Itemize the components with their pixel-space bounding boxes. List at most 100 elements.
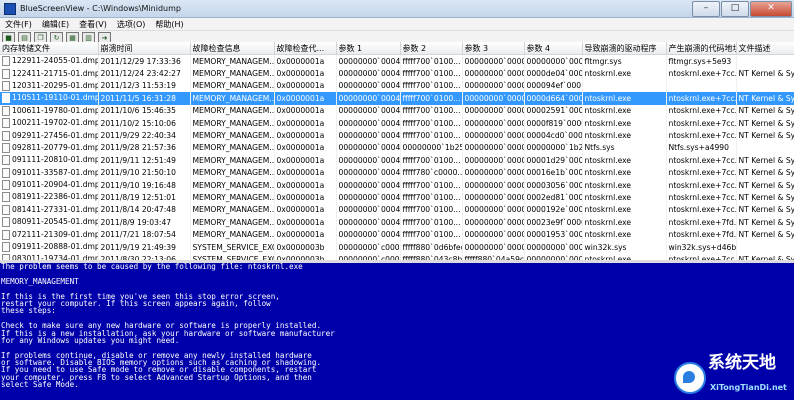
menu-file[interactable]: 文件(F) [0,19,37,30]
table-row[interactable]: 122411-21715-01.dmp 2011/12/24 23:42:27 ME… [0,67,794,80]
table-cell: 00000000`0004... [336,154,401,167]
cell-text: 122411-21715-01.dmp [12,68,98,78]
table-cell: 00016e1b`0000... [524,166,583,179]
table-cell: 00000000`0000... [462,240,525,254]
col-bug-check-code[interactable]: 故障检查代... [274,42,337,55]
table-row[interactable]: 092811-20779-01.dmp 2011/9/28 21:57:36 MEM… [0,141,794,155]
table-cell: ntoskrnl.exe+7cc... [666,116,737,130]
menu-help[interactable]: 帮助(H) [150,19,188,30]
cell-text: 2011/12/3 11:53:19 [100,81,176,91]
col-caused-by-address[interactable]: 产生崩溃的代码地址 [666,42,737,55]
table-cell: 0x0000001a [274,154,337,167]
table-row[interactable]: 092911-27456-01.dmp 2011/9/29 22:40:34 MEM… [0,129,794,142]
table-row[interactable]: 122911-24055-01.dmp 2011/12/29 17:33:36 ME… [0,54,794,68]
table-cell: SYSTEM_SERVICE_EXC... [190,253,275,260]
cell-text: 0x0000001a [276,143,325,153]
table-row[interactable]: 080911-20545-01.dmp 2011/8/9 19:03:47 MEMO… [0,216,794,229]
col-dump-file[interactable]: 内存转储文件 [0,42,99,55]
table-cell: ntoskrnl.exe [582,216,667,229]
bsod-text-line: for any Windows updates you might need. [1,335,180,345]
table-cell: 00000000`0000... [462,166,525,179]
table-cell: 00002591`0000... [524,104,583,117]
cell-text: fffff700`0100... [402,217,461,227]
table-cell: 00000000`0000... [462,116,525,130]
cell-text: ntoskrnl.exe [584,131,632,141]
table-cell: 00000000`1b25... [524,141,583,155]
cell-text: fffff700`0100... [402,56,461,66]
table-row[interactable]: 120311-20295-01.dmp 2011/12/3 11:53:19 MEM… [0,79,794,93]
dump-file-icon [2,130,10,141]
maximize-button[interactable]: □ [721,1,749,17]
cell-text: MEMORY_MANAGEM... [192,106,274,116]
table-cell: MEMORY_MANAGEM... [190,104,275,117]
dump-file-icon [2,80,10,91]
watermark-url: XiTongTianDi.net [710,383,787,392]
cell-text: 00000000`0000... [464,93,524,103]
table-cell: 2011/9/10 21:50:10 [98,166,191,179]
table-row[interactable]: 110511-19110-01.dmp 2011/11/5 16:31:28 MEM… [0,92,794,105]
cell-text: MEMORY_MANAGEM... [192,217,274,227]
window-title: BlueScreenView - C:\Windows\Minidump [20,4,181,13]
cell-text: MEMORY_MANAGEM... [192,155,274,165]
cell-text: 0x0000001a [276,155,325,165]
table-cell: 00000000`0000... [524,54,583,68]
table-row[interactable]: 081411-27331-01.dmp 2011/8/14 20:47:48 MEM… [0,203,794,217]
cell-text: Ntfs.sys [584,143,615,153]
dump-file-icon [2,180,10,191]
dump-file-cell: 081911-22386-01.dmp [0,191,99,204]
cell-text: 0x0000001a [276,192,325,202]
cell-text: ntoskrnl.exe+7cc... [668,106,736,116]
cell-text: 000094ef`0001... [526,81,582,91]
dump-file-icon [2,217,10,228]
table-row[interactable]: 091011-33587-01.dmp 2011/9/10 21:50:10 MEM… [0,166,794,179]
menu-options[interactable]: 选项(O) [112,19,151,30]
cell-text: MEMORY_MANAGEM... [192,69,274,79]
table-cell: MEMORY_MANAGEM... [190,178,275,192]
dump-file-icon [2,167,10,178]
table-cell: fltmgr.sys+5e93 [666,54,737,68]
cell-text: 072111-21309-01.dmp [12,229,98,239]
table-cell: MEMORY_MANAGEM... [190,79,275,93]
cell-text: ntoskrnl.exe [584,106,632,116]
table-row[interactable]: 072111-21309-01.dmp 2011/7/21 18:07:54 MEM… [0,228,794,241]
col-param-1[interactable]: 参数 1 [336,42,401,55]
col-param-4[interactable]: 参数 4 [524,42,583,55]
cell-text: win32k.sys [584,242,627,252]
minimize-button[interactable]: – [692,1,720,17]
cell-text: MEMORY_MANAGEM... [192,168,274,178]
menu-edit[interactable]: 编辑(E) [37,19,74,30]
table-row[interactable]: 083011-19734-01.dmp 2011/8/30 22:13:06 SYS… [0,253,794,260]
table-cell: NT Kernel & Sys [736,92,794,105]
column-header-row: 内存转储文件 崩溃时间 故障检查信息 故障检查代... 参数 1 参数 2 参数… [0,42,794,55]
col-bug-check-string[interactable]: 故障检查信息 [190,42,275,55]
table-row[interactable]: 081911-22386-01.dmp 2011/8/19 12:51:01 MEM… [0,191,794,204]
close-button[interactable]: ✕ [750,1,792,17]
table-cell: fltmgr.sys [582,54,667,68]
cell-text: 122911-24055-01.dmp [12,56,98,66]
cell-text: fffff700`0100... [402,118,461,128]
table-cell: MEMORY_MANAGEM... [190,228,275,241]
table-row[interactable]: 091011-20904-01.dmp 2011/9/10 19:16:48 MEM… [0,178,794,192]
cell-text: 2011/9/28 21:57:36 [100,143,176,153]
table-cell: 00000000`0000... [462,228,525,241]
cell-text: 00000000`0004... [338,205,400,215]
col-crash-time[interactable]: 崩溃时间 [98,42,191,55]
cell-text: fffff700`0100... [402,81,461,91]
menu-view[interactable]: 查看(V) [74,19,112,30]
table-row[interactable]: 091911-20888-01.dmp 2011/9/19 21:49:39 SYS… [0,240,794,254]
col-file-description[interactable]: 文件描述 [736,42,794,55]
dump-file-cell: 122911-24055-01.dmp [0,54,99,68]
table-cell: ntoskrnl.exe [582,191,667,204]
col-param-2[interactable]: 参数 2 [400,42,463,55]
cell-text: 2011/9/19 21:49:39 [100,242,176,252]
table-row[interactable]: 100611-19780-01.dmp 2011/10/6 15:46:35 MEM… [0,104,794,117]
cell-text: fffff700`0100... [402,69,461,79]
col-caused-by-driver[interactable]: 导致崩溃的驱动程序 [582,42,667,55]
cell-text: 2011/9/10 21:50:10 [100,168,176,178]
col-param-3[interactable]: 参数 3 [462,42,525,55]
cell-text: ntoskrnl.exe [584,180,632,190]
table-row[interactable]: 100211-19702-01.dmp 2011/10/2 15:10:06 MEM… [0,116,794,130]
dump-file-cell: 120311-20295-01.dmp [0,79,99,93]
cell-text: ntoskrnl.exe+7cc... [668,118,736,128]
table-row[interactable]: 091111-20810-01.dmp 2011/9/11 12:51:49 MEM… [0,154,794,167]
